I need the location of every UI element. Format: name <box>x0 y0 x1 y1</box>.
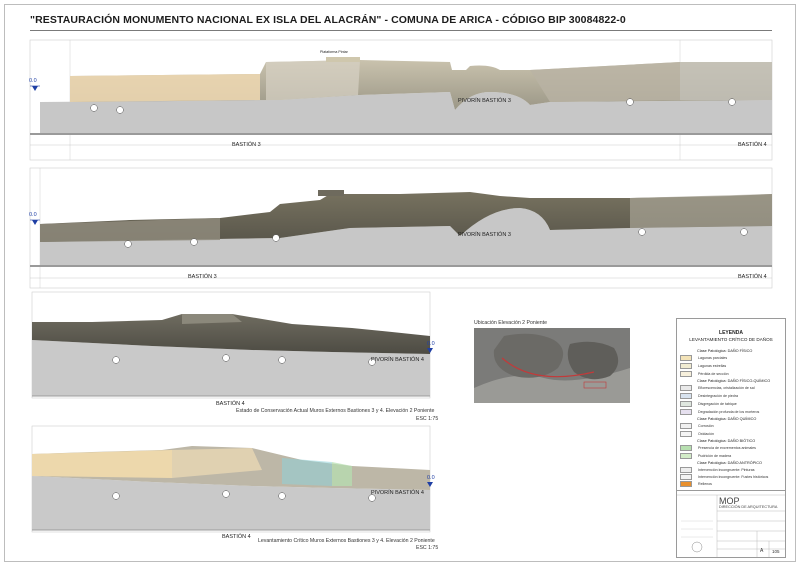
legend-item: Lagunas parciales <box>680 355 782 362</box>
pivorin-label-2: PIVORÍN BASTIÓN 3 <box>458 232 511 238</box>
legend-swatch <box>680 453 692 459</box>
title-block-dept: DIRECCIÓN DE ARQUITECTURA <box>719 505 778 509</box>
legend-swatch <box>680 393 692 399</box>
pivorin-label-1: PIVORÍN BASTIÓN 3 <box>458 98 511 104</box>
legend-item: Disgregación de tabique <box>680 401 782 408</box>
elevation-3-scale: ESC 1:75 <box>416 416 439 422</box>
legend-swatch <box>680 445 692 451</box>
legend-swatch <box>680 431 692 437</box>
legend-group: Clase Patológica: DAÑO BIÓTICO <box>697 439 756 443</box>
title-block-sheet-number: 105 <box>772 549 780 554</box>
legend-item: Degradación profunda de los morteros <box>680 409 782 416</box>
legend-swatch <box>680 385 692 391</box>
legend-item: Pudrición de madera <box>680 453 782 460</box>
legend-item: Intervención incongruente: Fustes histór… <box>680 474 782 481</box>
legend-swatch <box>680 467 692 473</box>
elevation-3 <box>31 291 433 399</box>
title-rule <box>30 30 772 31</box>
legend-item: Intervención incongruente: Pinturas <box>680 467 782 474</box>
legend-group: Clase Patológica: DAÑO QUÍMICO <box>697 417 757 421</box>
level-marker-icon <box>32 86 38 91</box>
legend-item: Lagunas estrellas <box>680 363 782 370</box>
legend-panel: LEYENDA LEVANTAMIENTO CRÍTICO DE DAÑOS C… <box>676 318 786 492</box>
bastion-label-4: BASTIÓN 4 <box>222 534 251 540</box>
legend-item: Desintegración de piedra <box>680 393 782 400</box>
elevation-3-caption: Estado de Conservación Actual Muros Exte… <box>236 408 435 414</box>
legend-item: Eflorescencias, cristalización de sal <box>680 385 782 392</box>
level-marker-label-1: 0.0 <box>29 78 37 84</box>
level-marker-icon <box>32 220 38 225</box>
legend-swatch <box>680 355 692 361</box>
bastion-right-label-1: BASTIÓN 4 <box>738 142 767 148</box>
legend-item: Corrosión <box>680 423 782 430</box>
elevation-4-caption: Levantamiento Crítico Muros Externos Bas… <box>258 538 435 544</box>
drawing-title: "RESTAURACIÓN MONUMENTO NACIONAL EX ISLA… <box>30 14 626 26</box>
legend-swatch <box>680 481 692 487</box>
legend-item: Presencia de excrementos animales <box>680 445 782 452</box>
note-label-1: Plataforma Pintar <box>320 50 348 54</box>
level-marker-label-2: 0.0 <box>29 212 37 218</box>
legend-item: Rellenos <box>680 481 782 488</box>
bastion-left-label-2: BASTIÓN 3 <box>188 274 217 280</box>
bastion-right-label-2: BASTIÓN 4 <box>738 274 767 280</box>
legend-group: Clase Patológica: DAÑO ANTRÓPICO <box>697 461 762 465</box>
level-marker-label-3: 0.0 <box>427 341 435 347</box>
legend-swatch <box>680 363 692 369</box>
bastion-left-label-1: BASTIÓN 3 <box>232 142 261 148</box>
elevation-2 <box>29 167 773 289</box>
title-block: MOP DIRECCIÓN DE ARQUITECTURA A 105 <box>676 490 786 558</box>
elevation-1 <box>29 39 773 161</box>
elevation-4-scale: ESC 1:75 <box>416 545 439 551</box>
elevation-4 <box>31 425 433 533</box>
pivorin-label-3: PIVORÍN BASTIÓN 4 <box>371 357 424 363</box>
legend-swatch <box>680 371 692 377</box>
legend-swatch <box>680 423 692 429</box>
legend-subheading: LEVANTAMIENTO CRÍTICO DE DAÑOS <box>689 337 773 342</box>
title-block-sheet-code: A <box>760 548 764 554</box>
legend-swatch <box>680 401 692 407</box>
location-inset-photo <box>474 328 630 403</box>
pivorin-label-4: PIVORÍN BASTIÓN 4 <box>371 490 424 496</box>
legend-item: Pérdida de sección <box>680 371 782 378</box>
legend-group: Clase Patológica: DAÑO FÍSICO <box>697 349 753 353</box>
location-inset-title: Ubicación Elevación 2 Poniente <box>474 320 547 326</box>
level-marker-label-4: 0.0 <box>427 475 435 481</box>
bastion-label-3: BASTIÓN 4 <box>216 401 245 407</box>
legend-heading: LEYENDA <box>719 330 743 336</box>
legend-swatch <box>680 409 692 415</box>
legend-swatch <box>680 474 692 480</box>
legend-item: Oxidación <box>680 431 782 438</box>
legend-group: Clase Patológica: DAÑO FÍSICO-QUÍMICO <box>697 379 771 383</box>
